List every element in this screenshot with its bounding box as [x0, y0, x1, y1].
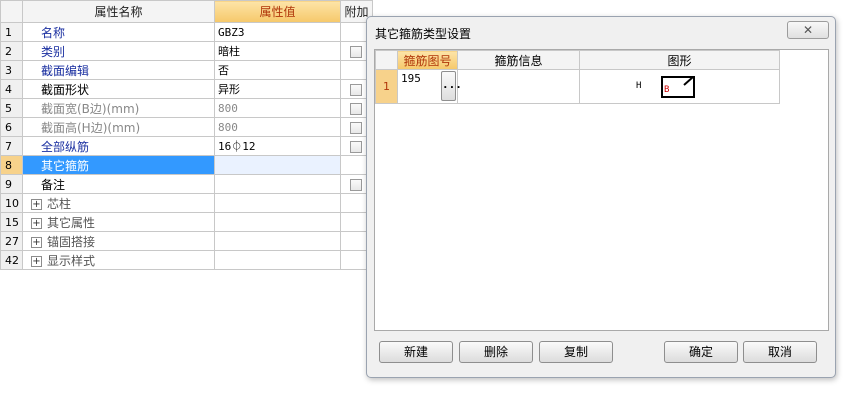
property-value[interactable]: 800: [214, 117, 341, 137]
property-value[interactable]: 暗柱: [214, 41, 341, 61]
extra-checkbox[interactable]: [350, 121, 362, 134]
property-value[interactable]: GBZ3: [214, 22, 341, 42]
row-number: 1: [0, 22, 23, 42]
delete-button[interactable]: 删除: [459, 341, 533, 363]
property-group-row[interactable]: 42 + 显示样式: [0, 250, 373, 270]
property-name[interactable]: 全部纵筋: [22, 136, 215, 156]
property-row[interactable]: 9 备注: [0, 174, 373, 194]
extra-checkbox[interactable]: [350, 178, 362, 191]
property-row[interactable]: 1 名称 GBZ3: [0, 22, 373, 42]
shape-b-label: B: [664, 85, 670, 95]
copy-button[interactable]: 复制: [539, 341, 613, 363]
stirrup-table-panel: 箍筋图号 箍筋信息 图形 1 195 ... H B: [374, 49, 829, 331]
group-name[interactable]: 芯柱: [47, 197, 71, 211]
row-number: 2: [0, 41, 23, 61]
group-name[interactable]: 显示样式: [47, 254, 95, 268]
property-group-row[interactable]: 10 + 芯柱: [0, 193, 373, 213]
property-value: [214, 212, 341, 232]
row-number: 7: [0, 136, 23, 156]
expand-plus-icon[interactable]: +: [31, 198, 42, 210]
row-number: 4: [0, 79, 23, 99]
property-value[interactable]: 16⏀12: [214, 136, 341, 156]
group-name[interactable]: 其它属性: [47, 216, 95, 230]
property-value: [214, 193, 341, 213]
property-value[interactable]: 800: [214, 98, 341, 118]
property-table: 属性名称 属性值 附加 1 名称 GBZ3 2 类别 暗柱 3 截面编辑 否 4…: [0, 0, 373, 270]
header-shape[interactable]: 图形: [579, 50, 780, 70]
property-value[interactable]: [214, 155, 341, 175]
property-name[interactable]: 截面宽(B边)(mm): [22, 98, 215, 118]
property-group-row[interactable]: 27 + 锚固搭接: [0, 231, 373, 251]
stirrup-row[interactable]: 1 195 ... H B: [375, 69, 780, 104]
property-header-row: 属性名称 属性值 附加: [0, 0, 373, 23]
row-number: 5: [0, 98, 23, 118]
row-number: 3: [0, 60, 23, 80]
row-number: 1: [375, 69, 398, 104]
property-row[interactable]: 2 类别 暗柱: [0, 41, 373, 61]
new-button[interactable]: 新建: [379, 341, 453, 363]
property-row[interactable]: 3 截面编辑 否: [0, 60, 373, 80]
property-grid: 属性名称 属性值 附加 1 名称 GBZ3 2 类别 暗柱 3 截面编辑 否 4…: [0, 0, 373, 270]
stirrup-table: 箍筋图号 箍筋信息 图形 1 195 ... H B: [375, 50, 780, 104]
ellipsis-button[interactable]: ...: [441, 71, 462, 101]
extra-checkbox[interactable]: [350, 140, 362, 153]
property-name[interactable]: 备注: [22, 174, 215, 194]
property-row[interactable]: 5 截面宽(B边)(mm) 800: [0, 98, 373, 118]
extra-checkbox[interactable]: [350, 45, 362, 58]
stirrup-info-cell[interactable]: [457, 69, 580, 104]
property-value[interactable]: 否: [214, 60, 341, 80]
property-name[interactable]: 类别: [22, 41, 215, 61]
close-icon[interactable]: ✕: [787, 21, 829, 39]
stirrup-shape-cell[interactable]: H B: [579, 69, 780, 104]
group-name[interactable]: 锚固搭接: [47, 235, 95, 249]
stirrup-code-input[interactable]: 195: [401, 72, 421, 85]
row-number: 8: [0, 155, 23, 175]
property-value: [214, 250, 341, 270]
property-group-row[interactable]: 15 + 其它属性: [0, 212, 373, 232]
header-code[interactable]: 箍筋图号: [397, 50, 458, 70]
row-number: 6: [0, 117, 23, 137]
ok-button[interactable]: 确定: [664, 341, 738, 363]
property-name[interactable]: 名称: [22, 22, 215, 42]
row-number: 9: [0, 174, 23, 194]
header-info[interactable]: 箍筋信息: [457, 50, 580, 70]
row-number: 42: [0, 250, 23, 270]
property-row[interactable]: 6 截面高(H边)(mm) 800: [0, 117, 373, 137]
stirrup-header-row: 箍筋图号 箍筋信息 图形: [375, 50, 780, 70]
header-num: [375, 50, 398, 70]
property-name[interactable]: 其它箍筋: [22, 155, 215, 175]
expand-plus-icon[interactable]: +: [31, 236, 42, 248]
property-name[interactable]: 截面高(H边)(mm): [22, 117, 215, 137]
header-name[interactable]: 属性名称: [22, 0, 215, 23]
shape-h-label: H: [636, 81, 642, 91]
extra-checkbox[interactable]: [350, 102, 362, 115]
row-number: 15: [0, 212, 23, 232]
header-num: [0, 0, 23, 23]
dialog-title: 其它箍筋类型设置: [375, 27, 472, 41]
property-row-selected[interactable]: 8 其它箍筋: [0, 155, 373, 175]
property-value: [214, 231, 341, 251]
header-value[interactable]: 属性值: [214, 0, 341, 23]
property-row[interactable]: 4 截面形状 异形: [0, 79, 373, 99]
cancel-button[interactable]: 取消: [743, 341, 817, 363]
property-name[interactable]: 截面编辑: [22, 60, 215, 80]
property-value[interactable]: 异形: [214, 79, 341, 99]
stirrup-type-dialog: 其它箍筋类型设置 ✕ 箍筋图号 箍筋信息 图形 1 195 ... H B 新建…: [366, 16, 836, 378]
property-value[interactable]: [214, 174, 341, 194]
row-number: 10: [0, 193, 23, 213]
expand-plus-icon[interactable]: +: [31, 217, 42, 229]
extra-checkbox[interactable]: [350, 83, 362, 96]
property-name[interactable]: 截面形状: [22, 79, 215, 99]
property-row[interactable]: 7 全部纵筋 16⏀12: [0, 136, 373, 156]
expand-plus-icon[interactable]: +: [31, 255, 42, 267]
row-number: 27: [0, 231, 23, 251]
